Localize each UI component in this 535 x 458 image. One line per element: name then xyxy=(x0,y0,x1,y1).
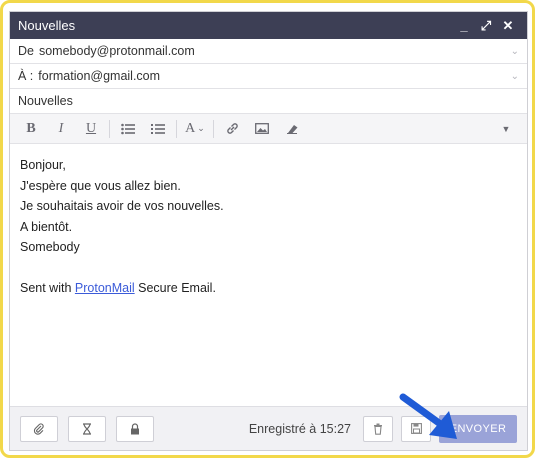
trash-icon xyxy=(374,423,382,435)
to-field[interactable]: À : formation@gmail.com ⌄ xyxy=(10,64,527,89)
message-line: Somebody xyxy=(20,240,80,254)
minimize-icon[interactable]: _ xyxy=(453,18,475,33)
format-toolbar: B I U A ⌄ ▼ xyxy=(10,114,527,144)
signature: Sent with ProtonMail Secure Email. xyxy=(20,278,517,299)
numbered-list-icon[interactable] xyxy=(143,118,173,140)
paperclip-icon xyxy=(33,422,44,435)
from-label: De xyxy=(18,44,34,58)
to-label: À : xyxy=(18,69,34,83)
font-size-button[interactable]: A ⌄ xyxy=(180,118,210,140)
hourglass-icon xyxy=(83,422,91,435)
signature-suffix: Secure Email. xyxy=(134,280,216,295)
chevron-down-icon[interactable]: ⌄ xyxy=(511,71,519,82)
toolbar-divider xyxy=(213,119,214,138)
encryption-button[interactable] xyxy=(116,415,154,442)
delete-draft-button[interactable] xyxy=(363,415,393,442)
link-icon[interactable] xyxy=(217,118,247,140)
message-body[interactable]: Bonjour, J'espère que vous allez bien. J… xyxy=(10,144,527,309)
send-button[interactable]: ENVOYER xyxy=(439,414,517,443)
floppy-disk-icon xyxy=(410,423,422,434)
message-line: J'espère que vous allez bien. xyxy=(20,178,181,193)
message-line: Je souhaitais avoir de vos nouvelles. xyxy=(20,199,224,213)
save-draft-button[interactable] xyxy=(401,415,431,442)
chevron-down-icon[interactable]: ⌄ xyxy=(511,46,519,57)
attachment-button[interactable] xyxy=(20,415,58,442)
message-line: A bientôt. xyxy=(20,219,73,234)
font-size-label: A xyxy=(185,120,196,136)
highlight-frame: Nouvelles _ ⤢ ✕ De somebody@protonmail.c… xyxy=(0,0,535,458)
message-line: Bonjour, xyxy=(20,158,66,172)
italic-button[interactable]: I xyxy=(46,118,76,140)
saved-status: Enregistré à 15:27 xyxy=(248,421,351,436)
protonmail-link[interactable]: ProtonMail xyxy=(75,281,135,295)
composer-title: Nouvelles xyxy=(18,18,76,33)
bold-button[interactable]: B xyxy=(16,118,46,140)
eraser-icon[interactable] xyxy=(277,118,307,140)
from-value[interactable]: somebody@protonmail.com xyxy=(39,44,511,58)
image-icon[interactable] xyxy=(247,118,277,140)
toolbar-divider xyxy=(176,119,177,138)
underline-button[interactable]: U xyxy=(76,118,106,140)
composer-footer: Enregistré à 15:27 ENVOYER xyxy=(10,406,527,450)
subject-value[interactable]: Nouvelles xyxy=(18,94,519,108)
lock-icon xyxy=(131,422,139,434)
from-field[interactable]: De somebody@protonmail.com ⌄ xyxy=(10,39,527,64)
composer-window: Nouvelles _ ⤢ ✕ De somebody@protonmail.c… xyxy=(9,11,528,451)
expiration-button[interactable] xyxy=(68,415,106,442)
close-icon[interactable]: ✕ xyxy=(497,18,519,34)
subject-field[interactable]: Nouvelles xyxy=(10,89,527,114)
signature-prefix: Sent with xyxy=(20,280,75,295)
toolbar-divider xyxy=(109,119,110,138)
chevron-down-icon: ⌄ xyxy=(197,123,205,133)
more-options-icon[interactable]: ▼ xyxy=(491,118,521,140)
composer-titlebar: Nouvelles _ ⤢ ✕ xyxy=(10,12,527,39)
to-value[interactable]: formation@gmail.com xyxy=(38,69,510,83)
maximize-icon[interactable]: ⤢ xyxy=(475,18,497,34)
bullet-list-icon[interactable] xyxy=(113,118,143,140)
